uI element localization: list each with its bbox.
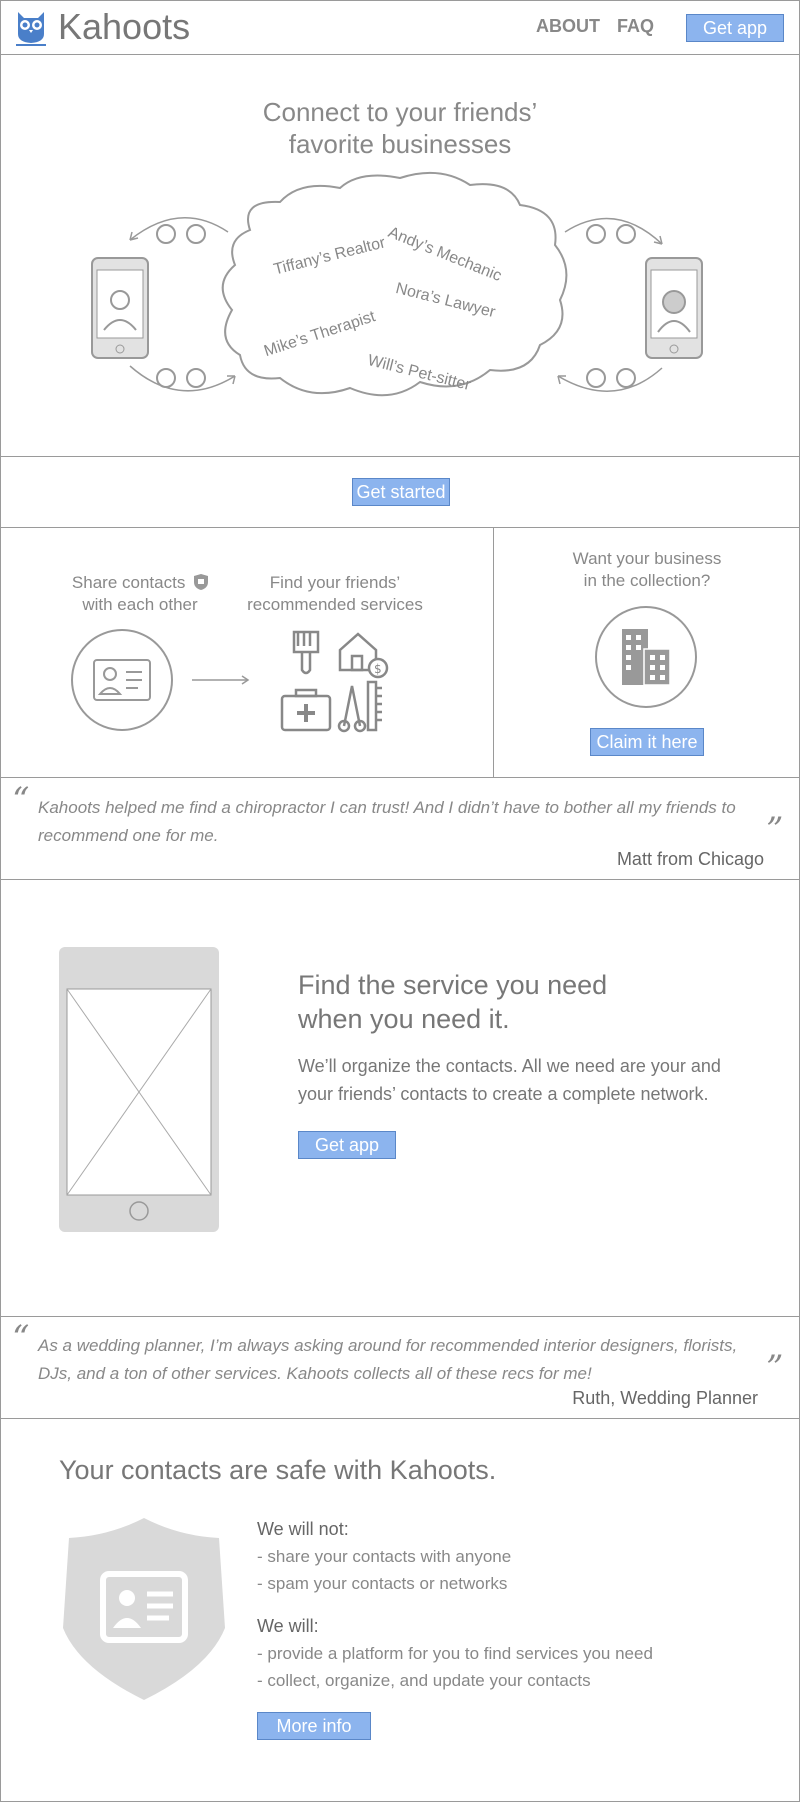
will-not-item-1: - share your contacts with anyone: [257, 1547, 512, 1566]
how-vertical-divider: [493, 527, 494, 777]
feature-divider: [0, 1316, 800, 1317]
nav-about[interactable]: ABOUT: [536, 16, 600, 37]
quote2-author: Ruth, Wedding Planner: [572, 1388, 758, 1408]
building-icon: [595, 606, 697, 708]
hero-divider: [0, 456, 800, 457]
open-quote-icon: “: [12, 780, 30, 820]
close-quote-icon: ”: [766, 810, 784, 850]
business-line2: in the collection?: [583, 571, 711, 590]
hero-title-line2: favorite businesses: [288, 129, 512, 159]
arrow-right-icon: [192, 675, 250, 685]
hero-illustration: [91, 171, 703, 397]
will-heading: We will:: [257, 1616, 319, 1636]
business-line1: Want your business: [572, 549, 722, 568]
contact-card-icon: [71, 629, 173, 731]
feature-title: Find the service you need when you need …: [298, 968, 607, 1036]
header-divider: [0, 54, 800, 55]
hero-title: Connect to your friends’ favorite busine…: [0, 96, 800, 160]
left-phone-icon: [91, 257, 149, 359]
svg-text:$: $: [374, 662, 382, 676]
share-line1: Share contacts: [71, 573, 186, 592]
logo[interactable]: Kahoots: [14, 6, 214, 48]
header-get-app-button[interactable]: Get app: [686, 14, 784, 42]
find-friends-text: Find your friends’ recommended services: [230, 572, 440, 616]
phone-placeholder-image: [59, 947, 219, 1232]
feature-body: We’ll organize the contacts. All we need…: [298, 1056, 721, 1104]
feature-get-app-button[interactable]: Get app: [298, 1131, 396, 1159]
quote1-author: Matt from Chicago: [616, 849, 764, 869]
quote2-text: As a wedding planner, I’m always asking …: [38, 1336, 738, 1383]
how-divider: [0, 777, 800, 778]
will-not-heading: We will not:: [257, 1519, 349, 1539]
close-quote-icon-2: ”: [766, 1348, 784, 1388]
share-line2: with each other: [82, 595, 198, 614]
open-quote-icon-2: “: [12, 1318, 30, 1358]
nav-faq[interactable]: FAQ: [617, 16, 654, 37]
feature-title-line1: Find the service you need: [298, 970, 608, 1000]
more-info-button[interactable]: More info: [257, 1712, 371, 1740]
owl-icon: [16, 12, 46, 46]
brand-name: Kahoots: [58, 6, 191, 47]
scissors-comb-icon: [337, 680, 382, 733]
will-not-item-2: - spam your contacts or networks: [257, 1574, 508, 1593]
shield-contact-icon: [63, 1518, 225, 1700]
house-icon: $: [338, 632, 389, 679]
feature-title-line2: when you need it.: [298, 1004, 510, 1034]
safety-title: Your contacts are safe with Kahoots.: [59, 1455, 497, 1485]
share-contacts-text: Share contacts with each other: [40, 572, 240, 616]
medical-kit-icon: [280, 688, 332, 732]
paintbrush-icon: [292, 630, 320, 675]
shield-icon: [194, 574, 209, 590]
services-icons: $: [280, 630, 389, 733]
claim-it-here-button[interactable]: Claim it here: [590, 728, 704, 756]
quote1-text: Kahoots helped me find a chiropractor I …: [38, 798, 736, 845]
hero-title-line1: Connect to your friends’: [262, 97, 538, 127]
business-text: Want your business in the collection?: [520, 548, 774, 592]
quote1-divider: [0, 879, 800, 880]
quote2-divider: [0, 1418, 800, 1419]
find-line1: Find your friends’: [269, 573, 401, 592]
right-phone-icon: [645, 257, 703, 359]
find-line2: recommended services: [247, 595, 423, 614]
cta-divider: [0, 527, 800, 528]
get-started-button[interactable]: Get started: [352, 478, 450, 506]
will-item-1: - provide a platform for you to find ser…: [257, 1644, 653, 1663]
will-item-2: - collect, organize, and update your con…: [257, 1671, 591, 1690]
